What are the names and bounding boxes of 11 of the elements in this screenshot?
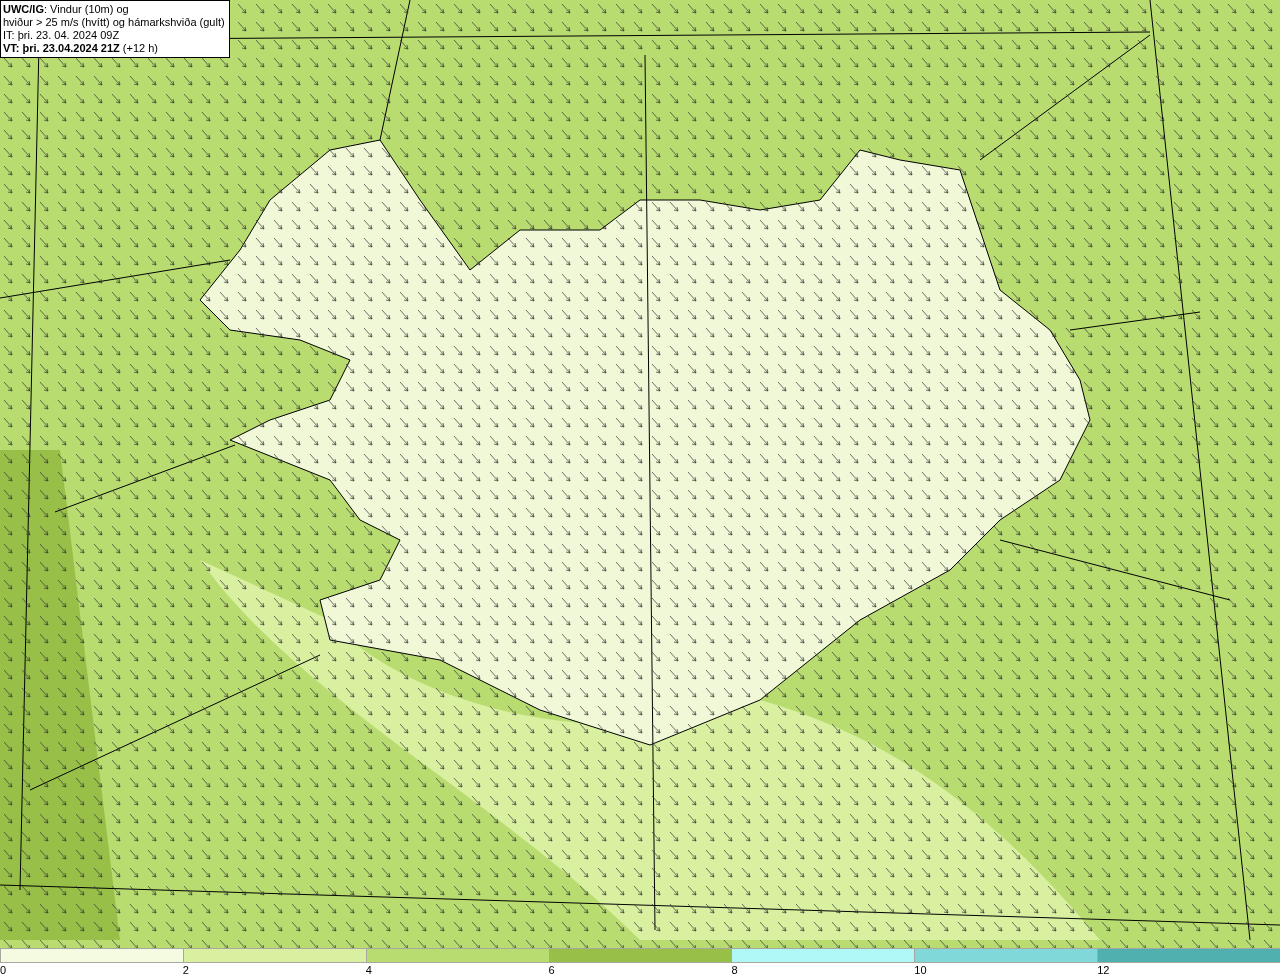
legend-label: 8 bbox=[730, 963, 738, 977]
legend-label: 4 bbox=[364, 963, 372, 977]
title-line: VT: þri. 23.04.2024 21Z (+12 h) bbox=[3, 42, 159, 55]
title-line: UWC/IG: Vindur (10m) og bbox=[3, 3, 130, 16]
legend-label: 10 bbox=[913, 963, 927, 977]
legend-label: 0 bbox=[0, 963, 7, 977]
legend-label: 6 bbox=[547, 963, 555, 977]
legend-label: 12 bbox=[1096, 963, 1110, 977]
legend-label: 2 bbox=[181, 963, 189, 977]
title-line: hviður > 25 m/s (hvítt) og hámarkshviða (gult) bbox=[3, 16, 225, 29]
title-line: IT: þri. 23. 04. 2024 09Z bbox=[3, 29, 121, 42]
